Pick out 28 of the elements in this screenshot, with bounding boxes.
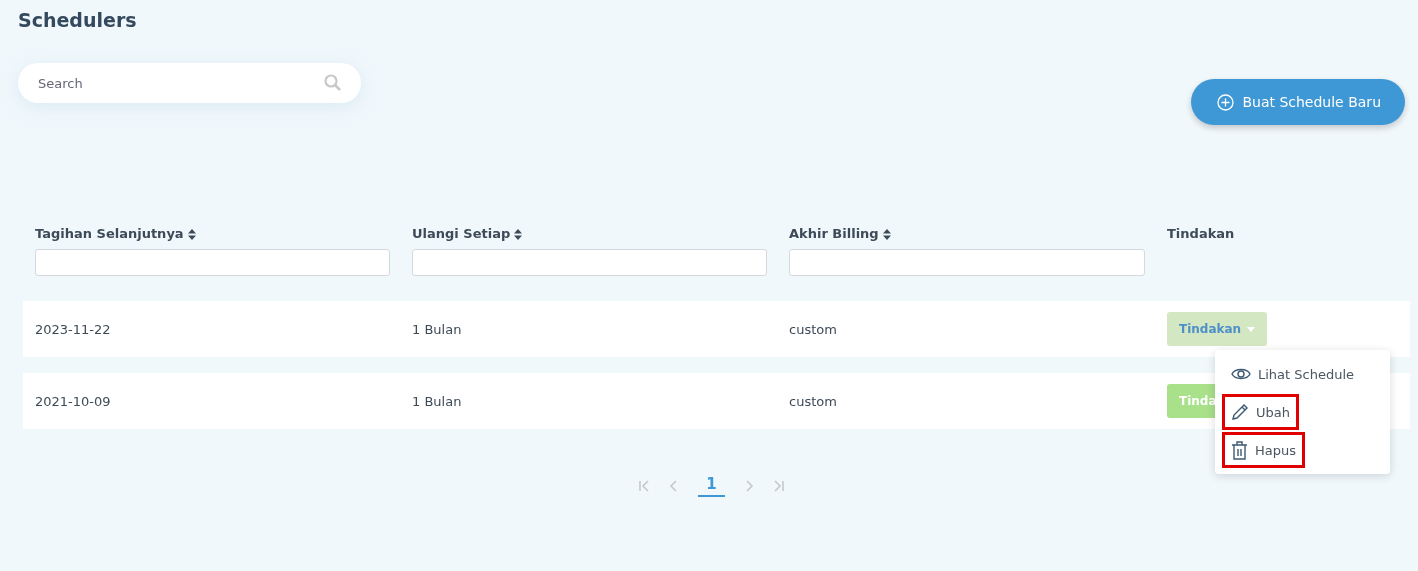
table-cell-text: 1 Bulan (412, 393, 463, 409)
column-header[interactable]: Akhir Billing (789, 225, 879, 243)
pencil-icon (1231, 403, 1249, 421)
table-cell-text: custom (789, 321, 838, 337)
last-page-icon[interactable] (772, 480, 785, 492)
first-page-icon[interactable] (638, 480, 651, 492)
sort-icon[interactable] (187, 228, 196, 240)
sort-icon[interactable] (514, 228, 523, 240)
column-header: Tindakan (1167, 225, 1235, 243)
column-filter-field[interactable] (35, 249, 390, 276)
plus-circle-icon (1217, 93, 1235, 111)
menu-item[interactable]: Hapus (1222, 432, 1305, 468)
table-cell-text: 2023-11-22 (35, 321, 112, 337)
table-cell-text: 1 Bulan (412, 321, 463, 337)
search-icon[interactable] (324, 74, 341, 91)
page-title: Schedulers (18, 8, 138, 32)
table-cell-text: 2021-10-09 (35, 393, 112, 409)
column-header[interactable]: Tagihan Selanjutnya (35, 225, 184, 243)
column-header[interactable]: Ulangi Setiap (412, 225, 511, 243)
column-filter-field[interactable] (789, 249, 1145, 276)
caret-icon (1247, 326, 1256, 332)
table-cell-text: custom (789, 393, 838, 409)
trash-icon (1231, 440, 1248, 460)
column-filter-field[interactable] (412, 249, 767, 276)
eye-icon (1231, 367, 1251, 381)
search-field[interactable]: Search (18, 63, 361, 103)
sort-icon[interactable] (882, 228, 891, 240)
menu-item[interactable]: Ubah (1222, 394, 1299, 430)
